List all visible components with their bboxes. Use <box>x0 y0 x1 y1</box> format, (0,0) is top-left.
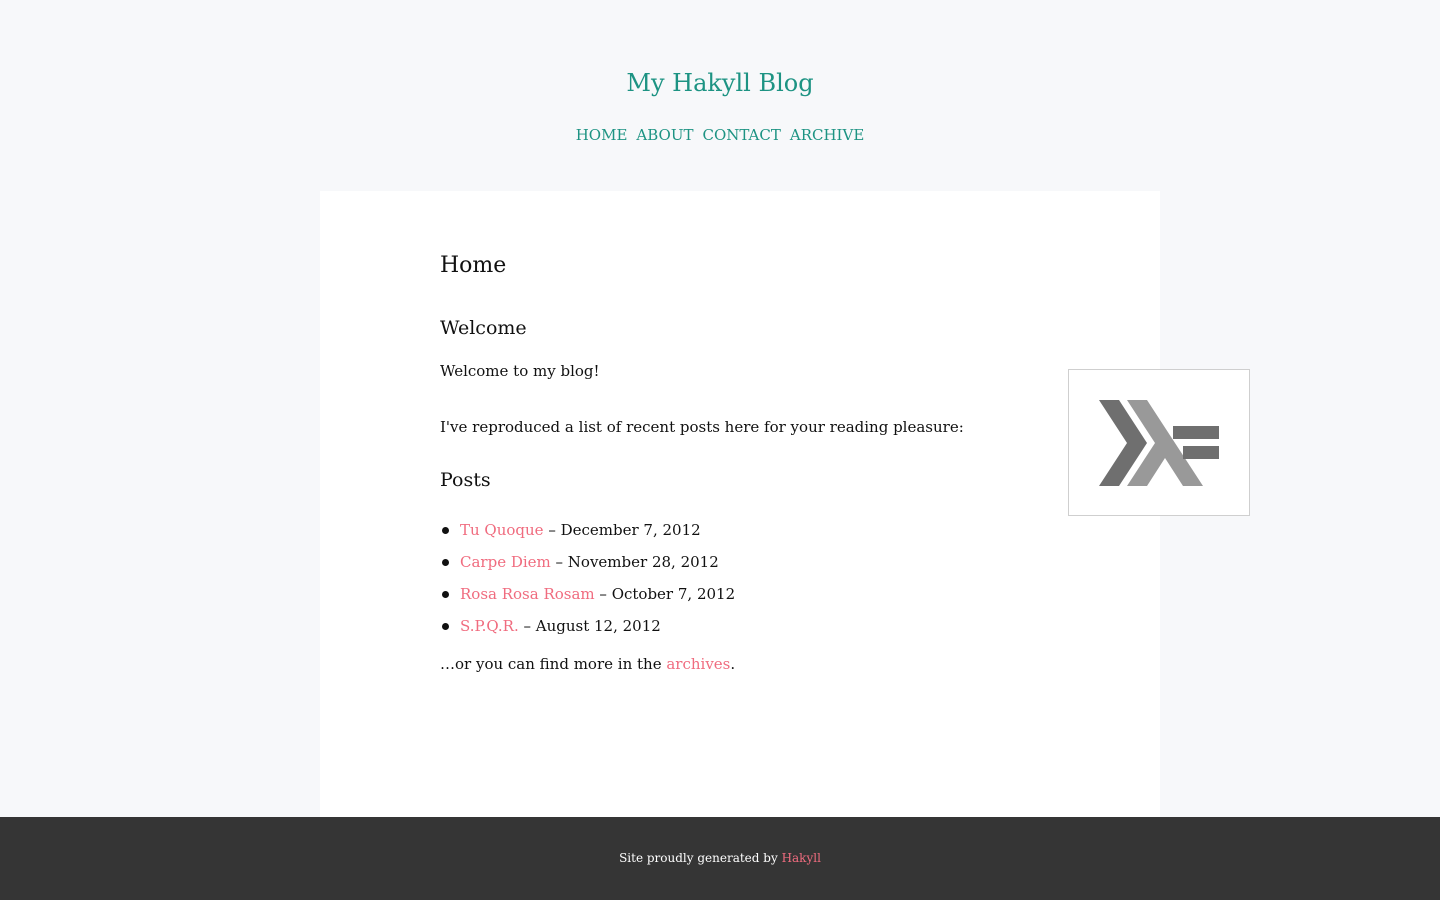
more-suffix: . <box>730 655 736 673</box>
post-list-item: Carpe Diem – November 28, 2012 <box>440 551 735 583</box>
post-list: Tu Quoque – December 7, 2012 Carpe Diem … <box>440 519 735 647</box>
bullet-icon <box>442 623 449 630</box>
post-date: – August 12, 2012 <box>518 617 661 635</box>
bullet-icon <box>442 527 449 534</box>
haskell-logo-box <box>1068 369 1250 516</box>
post-list-item: Tu Quoque – December 7, 2012 <box>440 519 735 551</box>
nav-contact-link[interactable]: Contact <box>702 124 780 146</box>
welcome-text: Welcome to my blog! <box>440 362 600 380</box>
main-nav: Home About Contact Archive <box>0 124 1440 146</box>
post-link[interactable]: S.P.Q.R. <box>460 617 519 635</box>
main-content: Home Welcome Welcome to my blog! I've re… <box>320 191 1250 817</box>
post-list-item: S.P.Q.R. – August 12, 2012 <box>440 615 735 647</box>
post-link[interactable]: Carpe Diem <box>460 553 551 571</box>
post-link[interactable]: Tu Quoque <box>460 521 544 539</box>
post-date: – October 7, 2012 <box>594 585 736 603</box>
footer-prefix: Site proudly generated by <box>619 851 782 865</box>
haskell-logo-icon <box>1099 400 1219 486</box>
site-footer: Site proudly generated by Hakyll <box>0 817 1440 900</box>
more-text: …or you can find more in the archives. <box>440 653 735 675</box>
site-title-link[interactable]: My Hakyll Blog <box>0 66 1440 100</box>
nav-archive-link[interactable]: Archive <box>790 124 864 146</box>
bullet-icon <box>442 591 449 598</box>
welcome-heading: Welcome <box>440 317 527 339</box>
more-prefix: …or you can find more in the <box>440 655 667 673</box>
post-link[interactable]: Rosa Rosa Rosam <box>460 585 595 603</box>
page-title: Home <box>440 253 507 278</box>
post-date: – November 28, 2012 <box>550 553 719 571</box>
footer-text: Site proudly generated by Hakyll <box>0 849 1440 867</box>
intro-text: I've reproduced a list of recent posts h… <box>440 418 964 436</box>
post-date: – December 7, 2012 <box>543 521 701 539</box>
hakyll-link[interactable]: Hakyll <box>782 851 821 865</box>
site-header: My Hakyll Blog Home About Contact Archiv… <box>0 0 1440 191</box>
nav-about-link[interactable]: About <box>636 124 693 146</box>
bullet-icon <box>442 559 449 566</box>
post-list-item: Rosa Rosa Rosam – October 7, 2012 <box>440 583 735 615</box>
archives-link[interactable]: archives <box>666 655 730 673</box>
nav-home-link[interactable]: Home <box>576 124 628 146</box>
posts-heading: Posts <box>440 469 491 491</box>
